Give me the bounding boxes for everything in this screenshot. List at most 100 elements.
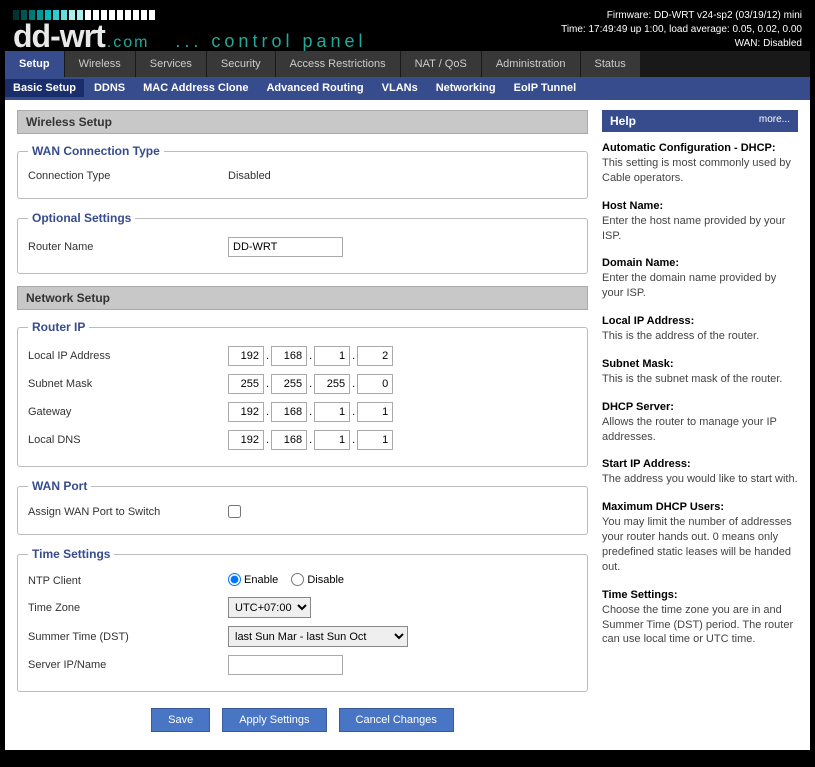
local-ip-oct2[interactable] (271, 346, 307, 366)
help-item-title: DHCP Server: (602, 401, 798, 413)
wan-connection-fieldset: WAN Connection Type Connection Type Disa… (17, 144, 588, 199)
tab-security[interactable]: Security (207, 51, 275, 77)
subtab-mac-clone[interactable]: MAC Address Clone (143, 82, 248, 94)
main-panel: Wireless Setup WAN Connection Type Conne… (17, 110, 588, 732)
help-item: DHCP Server: Allows the router to manage … (602, 401, 798, 445)
section-network-setup: Network Setup (17, 286, 588, 310)
subnet-oct1[interactable] (228, 374, 264, 394)
help-item: Start IP Address: The address you would l… (602, 458, 798, 487)
wan-legend: WAN Connection Type (28, 144, 164, 158)
optional-settings-fieldset: Optional Settings Router Name (17, 211, 588, 274)
dns-label: Local DNS (28, 434, 228, 446)
ntp-enable-radio[interactable] (228, 573, 241, 586)
wan-port-legend: WAN Port (28, 479, 91, 493)
help-item: Domain Name: Enter the domain name provid… (602, 257, 798, 301)
help-item-desc: Choose the time zone you are in and Summ… (602, 603, 798, 648)
help-item: Host Name: Enter the host name provided b… (602, 200, 798, 244)
help-item: Subnet Mask: This is the subnet mask of t… (602, 358, 798, 387)
router-name-input[interactable] (228, 237, 343, 257)
help-item-desc: The address you would like to start with… (602, 472, 798, 487)
subnet-oct3[interactable] (314, 374, 350, 394)
local-ip-oct1[interactable] (228, 346, 264, 366)
help-panel: Help more... Automatic Configuration - D… (602, 110, 798, 732)
header-info: Firmware: DD-WRT v24-sp2 (03/19/12) mini… (561, 9, 802, 51)
help-item-title: Start IP Address: (602, 458, 798, 470)
help-item-desc: Allows the router to manage your IP addr… (602, 415, 798, 445)
tab-setup[interactable]: Setup (5, 51, 64, 77)
router-ip-fieldset: Router IP Local IP Address ... Subnet Ma… (17, 320, 588, 467)
sub-tabs: Basic Setup DDNS MAC Address Clone Advan… (5, 77, 810, 100)
tz-select[interactable]: UTC+07:00 (228, 597, 311, 618)
local-ip-oct4[interactable] (357, 346, 393, 366)
subtab-eoip-tunnel[interactable]: EoIP Tunnel (514, 82, 577, 94)
help-item-desc: This setting is most commonly used by Ca… (602, 156, 798, 186)
dst-select[interactable]: last Sun Mar - last Sun Oct (228, 626, 408, 647)
help-item-desc: You may limit the number of addresses yo… (602, 515, 798, 574)
tab-nat-qos[interactable]: NAT / QoS (401, 51, 481, 77)
conn-type-value: Disabled (228, 170, 271, 182)
dns-oct2[interactable] (271, 430, 307, 450)
assign-wan-checkbox[interactable] (228, 505, 241, 518)
wan-status-label: WAN: Disabled (561, 37, 802, 51)
server-input[interactable] (228, 655, 343, 675)
time-label: Time: 17:49:49 up 1:00, load average: 0.… (561, 23, 802, 37)
disable-label: Disable (307, 574, 344, 586)
subtab-networking[interactable]: Networking (436, 82, 496, 94)
subnet-label: Subnet Mask (28, 378, 228, 390)
dst-label: Summer Time (DST) (28, 631, 228, 643)
subnet-oct2[interactable] (271, 374, 307, 394)
apply-button[interactable]: Apply Settings (222, 708, 326, 732)
tab-access-restrictions[interactable]: Access Restrictions (276, 51, 400, 77)
help-item-desc: Enter the domain name provided by your I… (602, 271, 798, 301)
router-name-label: Router Name (28, 241, 228, 253)
optional-legend: Optional Settings (28, 211, 135, 225)
gateway-label: Gateway (28, 406, 228, 418)
enable-label: Enable (244, 574, 278, 586)
gateway-oct3[interactable] (314, 402, 350, 422)
firmware-label: Firmware: DD-WRT v24-sp2 (03/19/12) mini (561, 9, 802, 23)
section-wireless-setup: Wireless Setup (17, 110, 588, 134)
local-ip-label: Local IP Address (28, 350, 228, 362)
cancel-button[interactable]: Cancel Changes (339, 708, 454, 732)
help-item-title: Subnet Mask: (602, 358, 798, 370)
save-button[interactable]: Save (151, 708, 210, 732)
gateway-oct1[interactable] (228, 402, 264, 422)
dns-oct1[interactable] (228, 430, 264, 450)
time-legend: Time Settings (28, 547, 114, 561)
dns-oct4[interactable] (357, 430, 393, 450)
subtab-ddns[interactable]: DDNS (94, 82, 125, 94)
help-item-desc: This is the subnet mask of the router. (602, 372, 798, 387)
wan-port-fieldset: WAN Port Assign WAN Port to Switch (17, 479, 588, 535)
tab-status[interactable]: Status (581, 51, 640, 77)
gateway-oct2[interactable] (271, 402, 307, 422)
tab-administration[interactable]: Administration (482, 51, 580, 77)
local-ip-oct3[interactable] (314, 346, 350, 366)
tab-services[interactable]: Services (136, 51, 206, 77)
logo: dd-wrt.com ... control panel (13, 10, 367, 51)
help-more-link[interactable]: more... (759, 114, 790, 128)
subtab-vlans[interactable]: VLANs (382, 82, 418, 94)
subnet-oct4[interactable] (357, 374, 393, 394)
subtab-basic-setup[interactable]: Basic Setup (5, 79, 84, 97)
help-item-title: Automatic Configuration - DHCP: (602, 142, 798, 154)
tz-label: Time Zone (28, 602, 228, 614)
brand-title: dd-wrt.com ... control panel (13, 22, 367, 51)
tab-wireless[interactable]: Wireless (65, 51, 135, 77)
help-item: Automatic Configuration - DHCP: This sett… (602, 142, 798, 186)
control-panel-label: ... control panel (175, 33, 366, 49)
help-item-title: Maximum DHCP Users: (602, 501, 798, 513)
ntp-disable-radio[interactable] (291, 573, 304, 586)
dns-oct3[interactable] (314, 430, 350, 450)
time-settings-fieldset: Time Settings NTP Client Enable Disable … (17, 547, 588, 692)
help-item-desc: This is the address of the router. (602, 329, 798, 344)
help-item: Time Settings: Choose the time zone you a… (602, 589, 798, 648)
conn-type-label: Connection Type (28, 170, 228, 182)
help-item-title: Host Name: (602, 200, 798, 212)
gateway-oct4[interactable] (357, 402, 393, 422)
subtab-advanced-routing[interactable]: Advanced Routing (266, 82, 363, 94)
help-item-title: Domain Name: (602, 257, 798, 269)
router-ip-legend: Router IP (28, 320, 89, 334)
help-item-title: Time Settings: (602, 589, 798, 601)
help-title: Help (610, 114, 636, 128)
help-item-desc: Enter the host name provided by your ISP… (602, 214, 798, 244)
